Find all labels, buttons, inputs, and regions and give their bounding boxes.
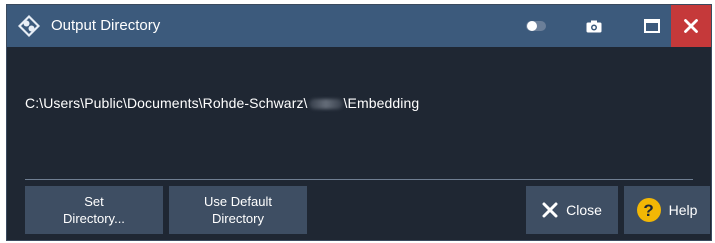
close-button[interactable]: Close [526, 186, 618, 234]
camera-icon[interactable] [579, 5, 609, 47]
output-directory-dialog: Output Directory C:\Users\Public\Documen… [6, 4, 712, 241]
title-bar[interactable]: Output Directory [7, 5, 711, 47]
toggle-icon[interactable] [521, 5, 551, 47]
redacted-username [308, 99, 343, 110]
close-x-icon [542, 202, 558, 218]
window-title: Output Directory [51, 17, 161, 34]
window-close-button[interactable] [671, 5, 711, 47]
path-prefix: C:\Users\Public\Documents\Rohde-Schwarz\ [25, 95, 308, 111]
output-directory-path: C:\Users\Public\Documents\Rohde-Schwarz\… [25, 95, 419, 111]
close-label: Close [566, 201, 602, 218]
help-label: Help [668, 201, 698, 218]
separator [25, 179, 693, 180]
set-directory-label: Set Directory... [63, 194, 125, 226]
use-default-directory-label: Use Default Directory [204, 194, 272, 226]
path-suffix: \Embedding [343, 95, 420, 111]
use-default-directory-button[interactable]: Use Default Directory [169, 186, 307, 234]
close-icon [684, 19, 698, 33]
help-button[interactable]: ? Help [624, 186, 710, 234]
maximize-icon[interactable] [637, 5, 667, 47]
rohde-schwarz-logo-icon [18, 15, 40, 37]
set-directory-button[interactable]: Set Directory... [25, 186, 163, 234]
help-icon: ? [636, 198, 661, 222]
